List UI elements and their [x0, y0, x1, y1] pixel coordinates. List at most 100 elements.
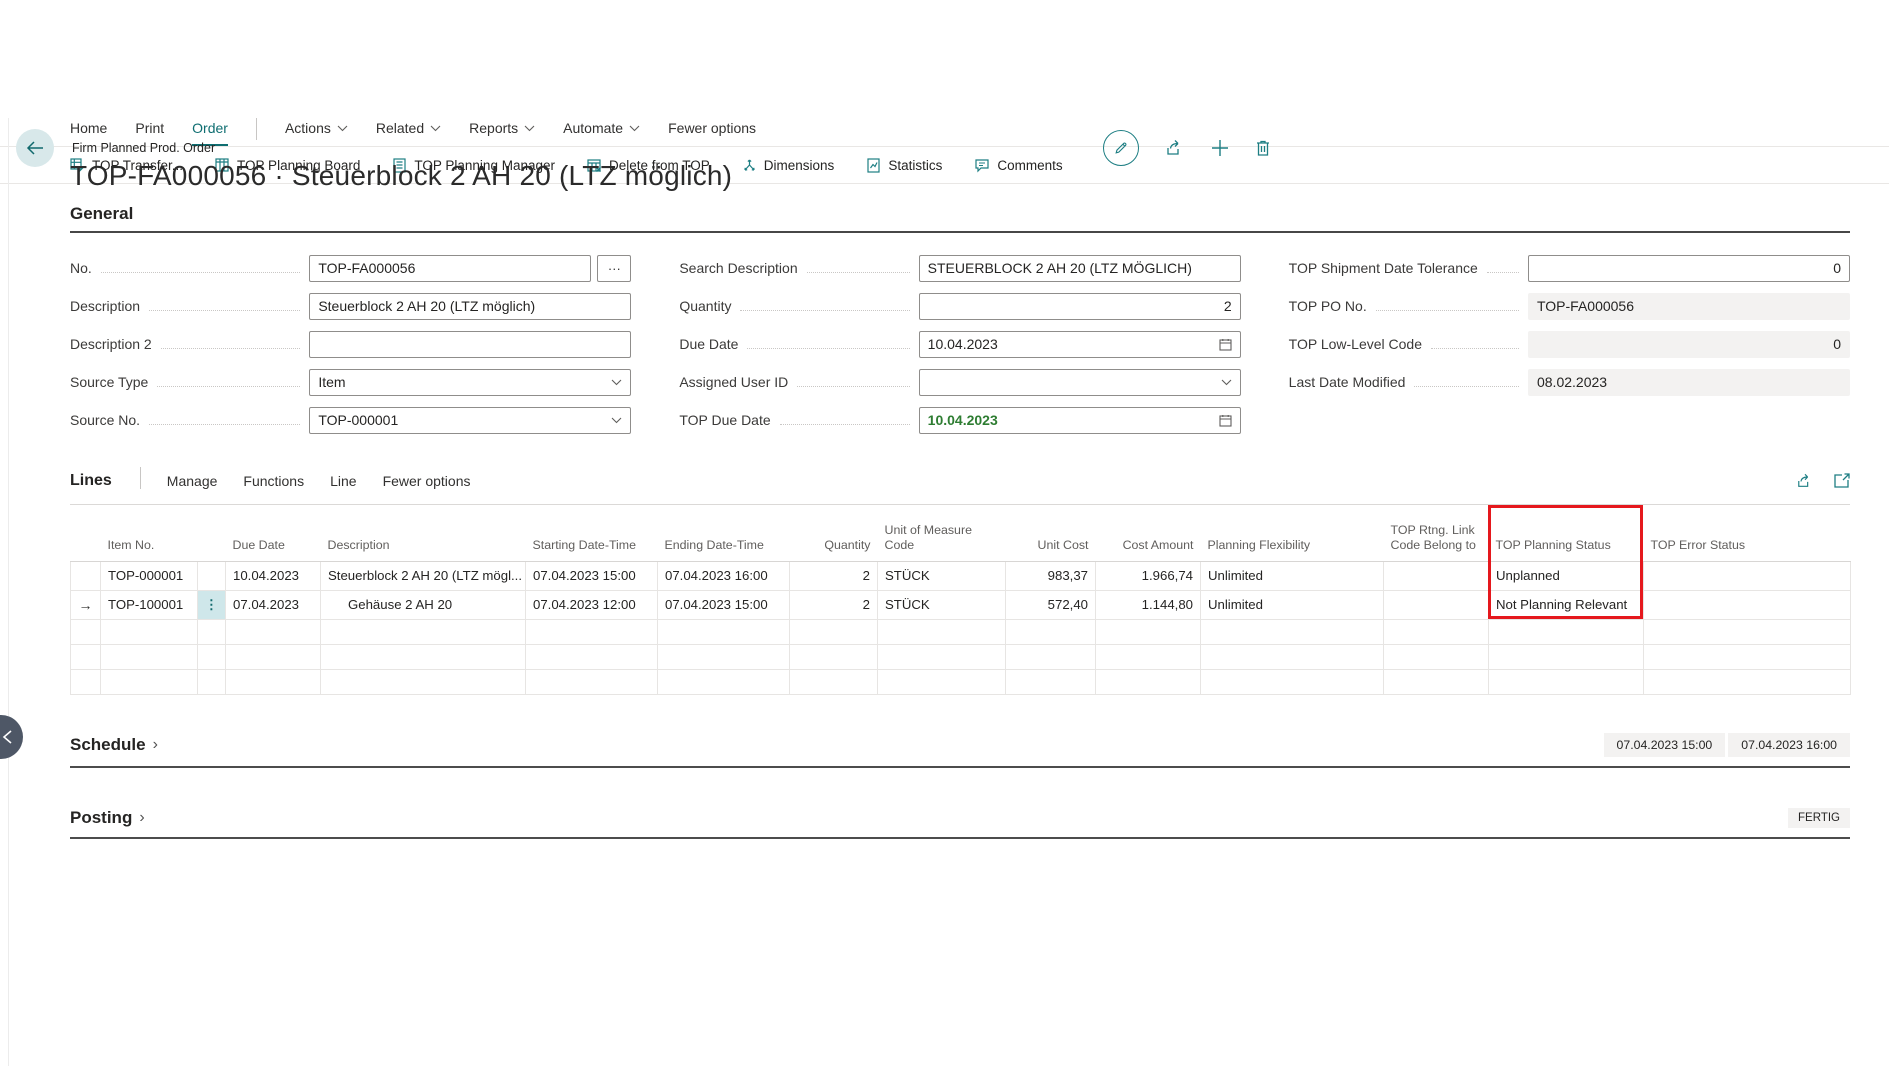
empty-cell[interactable] [226, 619, 321, 644]
cell-rtng-link-code[interactable] [1384, 561, 1489, 590]
empty-cell[interactable] [1489, 619, 1644, 644]
cell-row-menu-selected[interactable]: ⋮ [198, 590, 226, 619]
cell-unit-cost[interactable]: 983,37 [1006, 561, 1096, 590]
column-header-unit-of-measure-code[interactable]: Unit of Measure Code [878, 505, 1006, 561]
empty-cell[interactable] [878, 619, 1006, 644]
column-header-description[interactable]: Description [321, 505, 526, 561]
menu-item-automate[interactable]: Automate [563, 120, 640, 146]
empty-cell[interactable] [101, 669, 198, 694]
expand-navigation-button[interactable] [0, 715, 23, 759]
empty-cell[interactable] [1644, 644, 1851, 669]
share-button[interactable] [1165, 139, 1185, 157]
empty-cell[interactable] [1644, 669, 1851, 694]
cell-starting-date-time[interactable]: 07.04.2023 12:00 [526, 590, 658, 619]
comments-button[interactable]: Comments [974, 158, 1062, 173]
column-header-planning-flexibility[interactable]: Planning Flexibility [1201, 505, 1384, 561]
cell-ending-date-time[interactable]: 07.04.2023 16:00 [658, 561, 790, 590]
cell-quantity[interactable]: 2 [790, 590, 878, 619]
cell-top-planning-status[interactable]: Unplanned [1489, 561, 1644, 590]
empty-cell[interactable] [1006, 644, 1096, 669]
new-button[interactable] [1211, 139, 1229, 157]
expand-lines-button[interactable] [1834, 473, 1850, 489]
empty-cell[interactable] [198, 669, 226, 694]
cell-row-menu[interactable] [198, 561, 226, 590]
search-description-input[interactable]: STEUERBLOCK 2 AH 20 (LTZ MÖGLICH) [919, 255, 1241, 282]
back-button[interactable] [16, 129, 54, 167]
cell-unit-of-measure[interactable]: STÜCK [878, 590, 1006, 619]
cell-starting-date-time[interactable]: 07.04.2023 15:00 [526, 561, 658, 590]
top-due-date-input[interactable]: 10.04.2023 [919, 407, 1241, 434]
menu-item-actions[interactable]: Actions [285, 120, 348, 146]
column-header-cost-amount[interactable]: Cost Amount [1096, 505, 1201, 561]
cell-item-no[interactable]: TOP-000001 [101, 561, 198, 590]
description-2-input[interactable] [309, 331, 631, 358]
empty-cell[interactable] [878, 644, 1006, 669]
empty-cell[interactable] [878, 669, 1006, 694]
description-input[interactable]: Steuerblock 2 AH 20 (LTZ möglich) [309, 293, 631, 320]
cell-top-error-status[interactable] [1644, 590, 1851, 619]
empty-cell[interactable] [1096, 669, 1201, 694]
menu-item-reports[interactable]: Reports [469, 120, 535, 146]
cell-description[interactable]: Steuerblock 2 AH 20 (LTZ mögl... [321, 561, 526, 590]
cell-cost-amount[interactable]: 1.966,74 [1096, 561, 1201, 590]
cell-planning-flexibility[interactable]: Unlimited [1201, 590, 1384, 619]
cell-unit-cost[interactable]: 572,40 [1006, 590, 1096, 619]
empty-cell[interactable] [1006, 619, 1096, 644]
no-input[interactable]: TOP-FA000056 [309, 255, 591, 282]
delete-button[interactable] [1255, 139, 1271, 157]
empty-cell[interactable] [101, 644, 198, 669]
empty-cell[interactable] [1201, 669, 1384, 694]
cell-item-no[interactable]: TOP-100001 [101, 590, 198, 619]
empty-cell[interactable] [790, 619, 878, 644]
cell-ending-date-time[interactable]: 07.04.2023 15:00 [658, 590, 790, 619]
cell-quantity[interactable]: 2 [790, 561, 878, 590]
empty-cell[interactable] [658, 644, 790, 669]
menu-item-fewer-options[interactable]: Fewer options [668, 120, 756, 146]
statistics-button[interactable]: Statistics [866, 158, 942, 173]
assist-edit-button[interactable]: ··· [597, 255, 631, 282]
empty-cell[interactable] [1384, 644, 1489, 669]
column-header-due-date[interactable]: Due Date [226, 505, 321, 561]
dimensions-button[interactable]: Dimensions [742, 158, 835, 173]
menu-item-related[interactable]: Related [376, 120, 441, 146]
empty-cell[interactable] [1006, 669, 1096, 694]
column-header-item-no[interactable]: Item No. [101, 505, 198, 561]
column-header-starting-date-time[interactable]: Starting Date-Time [526, 505, 658, 561]
column-header-top-rtng-link-code[interactable]: TOP Rtng. Link Code Belong to [1384, 505, 1489, 561]
empty-cell[interactable] [658, 619, 790, 644]
empty-cell[interactable] [1489, 644, 1644, 669]
empty-cell[interactable] [526, 644, 658, 669]
empty-cell[interactable] [1384, 669, 1489, 694]
posting-heading[interactable]: Posting › [70, 808, 145, 828]
lines-tab-functions[interactable]: Functions [243, 473, 304, 489]
empty-cell[interactable] [790, 669, 878, 694]
cell-planning-flexibility[interactable]: Unlimited [1201, 561, 1384, 590]
empty-cell[interactable] [1201, 644, 1384, 669]
empty-cell[interactable] [321, 669, 526, 694]
empty-cell[interactable] [1096, 619, 1201, 644]
column-header-ending-date-time[interactable]: Ending Date-Time [658, 505, 790, 561]
cell-unit-of-measure[interactable]: STÜCK [878, 561, 1006, 590]
share-lines-button[interactable] [1796, 473, 1814, 489]
source-no-select[interactable]: TOP-000001 [309, 407, 631, 434]
empty-cell[interactable] [658, 669, 790, 694]
empty-cell[interactable] [198, 644, 226, 669]
top-shipment-date-tolerance-input[interactable]: 0 [1528, 255, 1850, 282]
lines-tab-fewer-options[interactable]: Fewer options [383, 473, 471, 489]
empty-cell[interactable] [1201, 619, 1384, 644]
empty-cell[interactable] [526, 619, 658, 644]
cell-top-error-status[interactable] [1644, 561, 1851, 590]
lines-tab-line[interactable]: Line [330, 473, 356, 489]
assigned-user-id-select[interactable] [919, 369, 1241, 396]
empty-cell[interactable] [198, 619, 226, 644]
cell-description[interactable]: Gehäuse 2 AH 20 [321, 590, 526, 619]
empty-cell[interactable] [1384, 619, 1489, 644]
source-type-select[interactable]: Item [309, 369, 631, 396]
empty-cell[interactable] [790, 644, 878, 669]
empty-cell[interactable] [526, 669, 658, 694]
edit-button[interactable] [1103, 130, 1139, 166]
cell-top-planning-status[interactable]: Not Planning Relevant [1489, 590, 1644, 619]
quantity-input[interactable]: 2 [919, 293, 1241, 320]
cell-cost-amount[interactable]: 1.144,80 [1096, 590, 1201, 619]
empty-cell[interactable] [1644, 619, 1851, 644]
